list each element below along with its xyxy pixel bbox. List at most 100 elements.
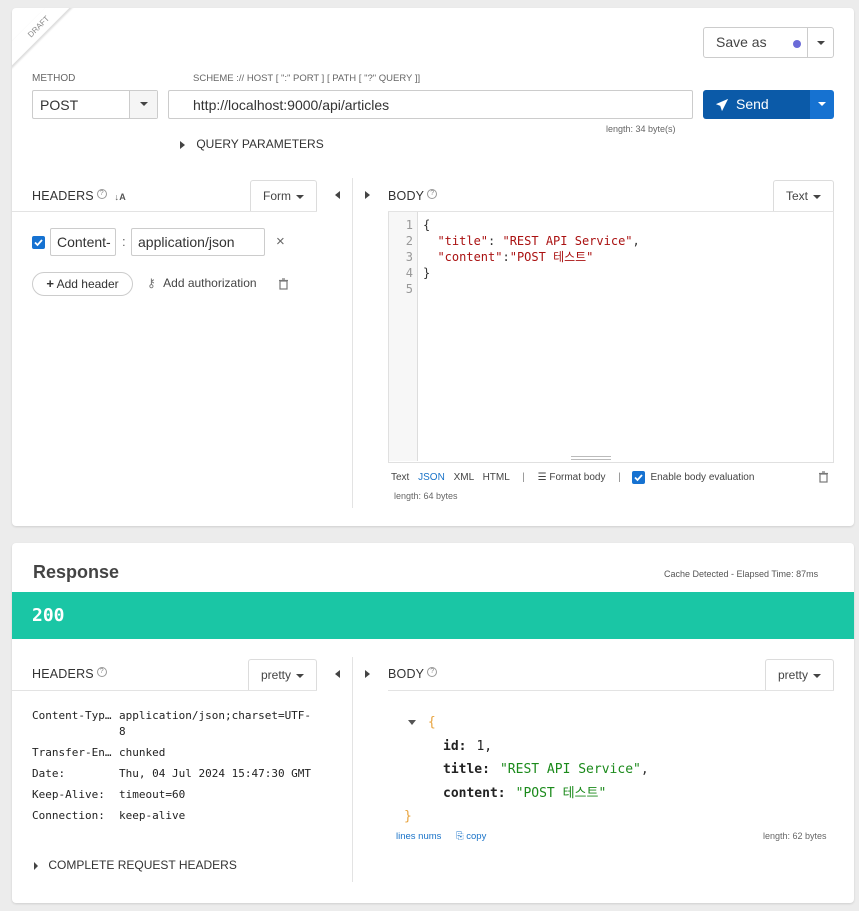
chevron-down-icon xyxy=(296,194,304,199)
enable-eval-checkbox[interactable] xyxy=(631,471,645,484)
add-header-button[interactable]: + Add header xyxy=(32,272,133,296)
lines-nums-toggle[interactable]: lines nums xyxy=(396,831,441,842)
line-number: 1 xyxy=(405,218,413,232)
query-params-toggle[interactable]: QUERY PARAMETERS xyxy=(180,137,324,151)
copy-button[interactable]: ⎘ copy xyxy=(456,831,486,842)
response-panel: Response Cache Detected - Elapsed Time: … xyxy=(12,543,854,903)
response-header-name: Transfer-En… xyxy=(32,746,112,759)
chevron-down-icon xyxy=(296,673,305,678)
caret-right-icon xyxy=(180,140,185,149)
copy-icon: ⎘ xyxy=(456,831,464,842)
format-tab-xml[interactable]: XML xyxy=(454,472,474,483)
status-bar: 200 xyxy=(12,592,854,639)
header-separator: : xyxy=(122,234,126,249)
line-number: 2 xyxy=(405,234,413,248)
response-header-name: Date: xyxy=(32,767,66,780)
response-body-mode-dropdown[interactable]: pretty xyxy=(765,659,834,691)
chevron-down-icon xyxy=(813,194,822,199)
trash-icon[interactable] xyxy=(278,278,289,290)
trash-icon[interactable] xyxy=(818,471,829,483)
help-icon[interactable]: ? xyxy=(96,189,107,199)
editor-line: 1{ xyxy=(389,217,829,233)
request-panel: DRAFT Save as METHOD POST SCHEME :// HOS… xyxy=(12,8,854,526)
line-code: { xyxy=(423,218,431,232)
response-header-name: Content-Typ… xyxy=(32,709,112,722)
json-fields: id: 1, title: "REST API Service", content: "P… xyxy=(408,735,649,806)
save-as-button[interactable]: Save as xyxy=(703,27,808,58)
editor-line: 4} xyxy=(389,265,829,281)
method-dropdown-toggle[interactable] xyxy=(129,91,157,118)
save-as-label: Save as xyxy=(716,34,767,50)
response-header-value: chunked xyxy=(119,746,166,759)
enable-eval-label: Enable body evaluation xyxy=(650,472,755,484)
request-headers-title: HEADERS? ↓A xyxy=(32,189,126,203)
editor-line: 5 xyxy=(389,281,829,297)
line-code: } xyxy=(423,266,431,280)
editor-line: 2 "title": "REST API Service", xyxy=(389,233,829,249)
response-header-value-wrap: 8 xyxy=(119,725,126,738)
json-comma: , xyxy=(632,234,640,248)
add-authorization-button[interactable]: ⚷ Add authorization xyxy=(147,276,257,290)
headers-mode-dropdown[interactable]: Form xyxy=(250,180,317,212)
line-number: 4 xyxy=(405,266,413,280)
response-body-length: length: 62 bytes xyxy=(763,831,827,841)
header-enabled-checkbox[interactable] xyxy=(32,236,45,249)
sort-alpha-icon[interactable]: ↓A xyxy=(115,192,126,202)
header-name-input[interactable] xyxy=(50,228,116,256)
json-value: "POST 테스트" xyxy=(515,785,607,801)
request-body-title: BODY? xyxy=(388,189,438,203)
chevron-down-icon xyxy=(139,101,148,106)
body-mode-dropdown[interactable]: Text xyxy=(773,180,834,212)
expand-right-icon[interactable] xyxy=(365,191,370,199)
response-header-value: Thu, 04 Jul 2024 15:47:30 GMT xyxy=(119,767,312,780)
response-header-name: Connection: xyxy=(32,809,105,822)
unsaved-dot-icon xyxy=(793,40,801,48)
collapse-left-icon[interactable] xyxy=(335,670,340,678)
response-headers-mode-dropdown[interactable]: pretty xyxy=(248,659,317,691)
json-field: id: 1, xyxy=(408,735,649,759)
format-tab-json[interactable]: JSON xyxy=(418,472,445,483)
response-body-json: { id: 1, title: "REST API Service", content:… xyxy=(404,711,649,829)
url-input[interactable] xyxy=(168,90,693,119)
json-value: "REST API Service" xyxy=(502,234,633,248)
json-value: "POST 테스트" xyxy=(509,250,594,264)
json-value: "REST API Service" xyxy=(499,762,641,777)
line-number: 3 xyxy=(405,250,413,264)
align-left-icon: ☰ xyxy=(537,472,547,484)
resize-handle[interactable] xyxy=(571,456,611,460)
json-colon: : xyxy=(488,234,503,248)
help-icon[interactable]: ? xyxy=(96,667,107,677)
body-editor[interactable]: 1{2 "title": "REST API Service", 3 "conte… xyxy=(388,212,834,463)
format-bar: Text JSON XML HTML | ☰ Format body | Ena… xyxy=(391,471,755,484)
send-icon xyxy=(715,98,729,112)
editor-lines: 1{2 "title": "REST API Service", 3 "conte… xyxy=(389,217,829,297)
json-key: id: xyxy=(443,738,467,754)
format-body-button[interactable]: ☰ Format body xyxy=(538,472,609,483)
help-icon[interactable]: ? xyxy=(427,667,438,677)
collapse-left-icon[interactable] xyxy=(335,191,340,199)
format-tab-text[interactable]: Text xyxy=(391,472,409,483)
complete-headers-toggle[interactable]: COMPLETE REQUEST HEADERS xyxy=(34,858,237,872)
help-icon[interactable]: ? xyxy=(427,189,438,199)
json-colon: : xyxy=(502,250,510,264)
collapse-json-icon[interactable] xyxy=(408,720,416,725)
json-key: title: xyxy=(443,762,490,777)
response-headers-title: HEADERS? xyxy=(32,667,107,681)
send-dropdown[interactable] xyxy=(810,90,834,119)
status-code: 200 xyxy=(32,605,65,626)
response-header-value: keep-alive xyxy=(119,809,186,822)
remove-header-icon[interactable]: × xyxy=(276,233,285,250)
format-tab-html[interactable]: HTML xyxy=(483,472,510,483)
json-open-brace: { xyxy=(427,715,436,730)
method-select[interactable]: POST xyxy=(32,90,158,119)
scheme-label: SCHEME :// HOST [ ":" PORT ] [ PATH [ "?… xyxy=(193,73,421,84)
chevron-down-icon xyxy=(816,40,825,45)
header-value-input[interactable] xyxy=(131,228,265,256)
caret-right-icon xyxy=(34,861,38,870)
save-as-dropdown[interactable] xyxy=(807,27,834,58)
json-field: title: "REST API Service", xyxy=(408,758,649,782)
send-button[interactable]: Send xyxy=(703,90,810,119)
plus-icon: + xyxy=(46,276,54,291)
method-value: POST xyxy=(40,97,79,113)
expand-right-icon[interactable] xyxy=(365,670,370,678)
